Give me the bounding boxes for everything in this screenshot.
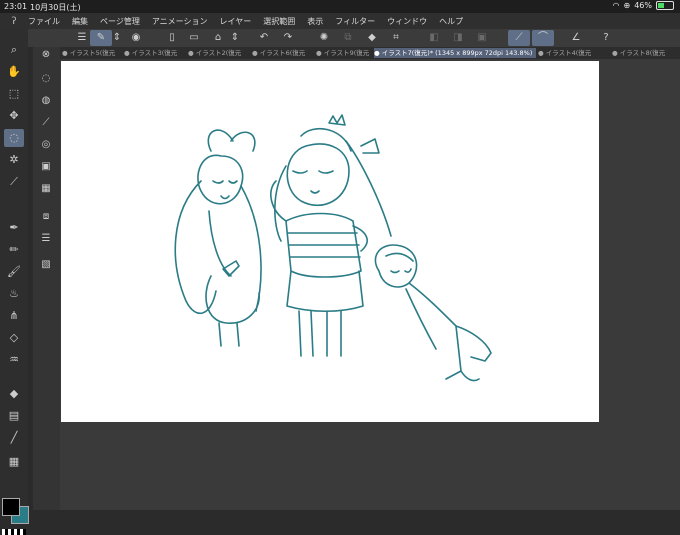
tab-illust7[interactable]: ● イラスト7(復元)* (1345 x 899px 72dpi 143.8%): [374, 48, 536, 58]
pencil-icon[interactable]: ✏: [4, 241, 24, 259]
copy-icon[interactable]: ⧉: [340, 30, 356, 46]
menu-view[interactable]: 表示: [307, 16, 323, 27]
close-panel-icon[interactable]: ⊗: [37, 47, 55, 63]
drawing-canvas[interactable]: [61, 61, 599, 422]
app-logo-icon[interactable]: ʔ: [0, 16, 28, 27]
selection-pen-icon[interactable]: ◍: [37, 93, 55, 109]
line-snap-icon[interactable]: ∠: [568, 30, 584, 46]
menu-selection[interactable]: 選択範囲: [263, 16, 295, 27]
sketch-artwork: [174, 114, 492, 382]
zoom-icon[interactable]: ⌕: [4, 41, 24, 59]
status-bar: 23:01 10月30日(土) ◠ ⊕ 46%: [0, 0, 680, 13]
magic-wand-icon[interactable]: ✲: [4, 151, 24, 169]
reference-icon[interactable]: ◉: [128, 30, 144, 46]
status-right: ◠ ⊕ 46%: [613, 1, 674, 10]
layer-panel-icon[interactable]: ◎: [37, 137, 55, 153]
blend-icon[interactable]: ♒: [4, 351, 24, 369]
orientation-lock-icon: ⊕: [623, 1, 631, 10]
airbrush-icon[interactable]: ♨: [4, 285, 24, 303]
gradient-icon[interactable]: ▤: [4, 407, 24, 425]
frame-icon[interactable]: ▦: [4, 453, 24, 471]
navigator-icon[interactable]: ▣: [37, 159, 55, 175]
help-icon[interactable]: ?: [598, 30, 614, 46]
new-file-icon[interactable]: ▯: [164, 30, 180, 46]
eyedropper-icon[interactable]: ⟋: [4, 173, 24, 191]
wifi-icon: ◠: [612, 1, 620, 10]
lasso-sub-icon[interactable]: ◌: [37, 71, 55, 87]
layers-icon[interactable]: ☰: [37, 231, 55, 247]
tab-illust6[interactable]: ● イラスト6(復元: [252, 48, 312, 58]
updown-arrows-icon[interactable]: ⇕: [112, 30, 122, 46]
menu-help[interactable]: ヘルプ: [439, 16, 463, 27]
invert-icon[interactable]: ◨: [450, 30, 466, 46]
undo-icon[interactable]: ↶: [256, 30, 272, 46]
move-icon[interactable]: ✥: [4, 107, 24, 125]
open-folder-icon[interactable]: ▭: [186, 30, 202, 46]
document-tabs: ● イラスト5(復元 ● イラスト3(復元 ● イラスト2(復元 ● イラスト6…: [60, 47, 680, 59]
menu-filter[interactable]: フィルター: [335, 16, 375, 27]
material-icon[interactable]: ▧: [37, 257, 55, 273]
transparent-color-chip[interactable]: [2, 529, 26, 535]
tab-illust5[interactable]: ● イラスト5(復元: [62, 48, 120, 58]
object-select-icon[interactable]: ⬚: [4, 85, 24, 103]
tab-illust3[interactable]: ● イラスト3(復元: [124, 48, 184, 58]
figure-icon[interactable]: ╱: [4, 429, 24, 447]
fill-bucket-icon[interactable]: ◆: [4, 385, 24, 403]
lasso-icon[interactable]: ◌: [4, 129, 24, 147]
pen-icon[interactable]: ✒: [4, 219, 24, 237]
battery-percent: 46%: [634, 1, 652, 10]
menu-icon[interactable]: ☰: [74, 30, 90, 46]
crop-icon[interactable]: ⌗: [388, 30, 404, 46]
ruler-snap-icon[interactable]: ⟋: [508, 30, 530, 46]
layer-property-icon[interactable]: ⧈: [37, 209, 55, 225]
menu-animation[interactable]: アニメーション: [152, 16, 208, 27]
menu-bar: ʔ ファイル 編集 ページ管理 アニメーション レイヤー 選択範囲 表示 フィル…: [0, 13, 680, 29]
curve-snap-icon[interactable]: ⌒: [532, 30, 554, 46]
battery-icon: [656, 1, 674, 10]
hand-icon[interactable]: ✋: [4, 63, 24, 81]
menu-window[interactable]: ウィンドウ: [387, 16, 427, 27]
status-time: 23:01: [4, 2, 28, 11]
tab-illust9[interactable]: ● イラスト9(復元: [316, 48, 372, 58]
eraser-icon[interactable]: ◇: [4, 329, 24, 347]
status-date: 10月30日(土): [30, 3, 81, 12]
command-bar: ☰ ✎ ⇕ ◉ ▯ ▭ ⌂ ⇕ ↶ ↷ ✺ ⧉ ◆ ⌗ ◧ ◨ ▣ ⟋ ⌒ ∠ …: [28, 29, 680, 47]
decoration-icon[interactable]: ⋔: [4, 307, 24, 325]
tool-bar: ⌕ ✋ ⬚ ✥ ◌ ✲ ⟋ ✒ ✏ 🖌 ♨ ⋔ ◇ ♒ ◆ ▤ ╱ ▦: [0, 29, 29, 535]
tab-illust2[interactable]: ● イラスト2(復元: [188, 48, 248, 58]
deselect-icon[interactable]: ◧: [426, 30, 442, 46]
save-icon[interactable]: ⌂: [210, 30, 226, 46]
menu-page[interactable]: ページ管理: [100, 16, 140, 27]
sub-tool-bar: ⊗ ◌ ◍ ⟋ ◎ ▣ ▦ ⧈ ☰ ▧: [33, 47, 60, 510]
main-color-chip[interactable]: [2, 498, 20, 516]
menu-file[interactable]: ファイル: [28, 16, 60, 27]
layer-edit-icon[interactable]: ✎: [90, 30, 112, 46]
menu-edit[interactable]: 編集: [72, 16, 88, 27]
selection-icon[interactable]: ▣: [474, 30, 490, 46]
brush-size-icon[interactable]: ⟋: [37, 115, 55, 131]
fill-icon[interactable]: ◆: [364, 30, 380, 46]
loading-icon[interactable]: ✺: [316, 30, 332, 46]
menu-layer[interactable]: レイヤー: [220, 16, 252, 27]
save-arrows-icon[interactable]: ⇕: [230, 30, 240, 46]
tab-illust4[interactable]: ● イラスト4(復元: [538, 48, 608, 58]
redo-icon[interactable]: ↷: [280, 30, 296, 46]
brush-icon[interactable]: 🖌: [4, 263, 24, 281]
color-panel-icon[interactable]: ▦: [37, 181, 55, 197]
tab-illust8[interactable]: ● イラスト8(復元: [612, 48, 678, 58]
